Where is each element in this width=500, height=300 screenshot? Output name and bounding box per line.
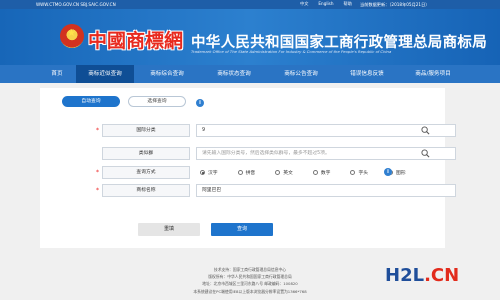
radio-label: 英文	[283, 171, 293, 176]
trademark-name-input[interactable]: 阿里巴巴	[196, 184, 456, 197]
intl-class-row: * 国际分类 9	[40, 124, 456, 137]
search-icon[interactable]	[421, 149, 430, 158]
data-update-date: 当前数据更新：（2018年05月21日）	[360, 2, 430, 7]
radio-dot[interactable]	[237, 170, 243, 175]
radio-label: 拼音	[245, 171, 256, 176]
footer-browser-note: 本系统建议在PC端使用IE8以上版本浏览器分辨率设置为1366*768	[193, 289, 307, 294]
search-button[interactable]: 查询	[211, 223, 273, 236]
group-input[interactable]: 请先输入国际分类号，然后选择类似群号，最多不超过5项。	[196, 147, 456, 160]
tab-auto-search[interactable]: 自动查询	[62, 96, 120, 107]
query-mode-label: 查询方式	[102, 166, 190, 179]
top-bar: WWW.CTMO.GOV.CN SBJ.SAIC.GOV.CN 中文 Engli…	[0, 0, 500, 9]
site-header: ★ 中國商標網 中华人民共和国国家工商行政管理总局商标局 Trademark O…	[0, 9, 500, 65]
info-icon[interactable]: i	[384, 168, 392, 176]
radio-pinyin[interactable]: 拼音	[237, 169, 256, 176]
radio-dot[interactable]	[275, 170, 281, 175]
national-emblem-icon: ★	[60, 24, 84, 48]
nav-home[interactable]: 首页	[38, 65, 76, 83]
reset-button[interactable]: 重填	[138, 223, 200, 236]
intl-class-label: 国际分类	[102, 124, 190, 137]
required-marker: *	[96, 169, 99, 176]
query-mode-row: * 查询方式 汉字 拼音 英文 数字 字头 图形 i	[40, 166, 445, 179]
radio-label: 数字	[320, 171, 331, 176]
site-logo[interactable]: 中國商標網	[88, 26, 183, 53]
radio-label: 字头	[358, 171, 369, 176]
group-row: 类似群 请先输入国际分类号，然后选择类似群号，最多不超过5项。	[40, 147, 456, 160]
info-icon[interactable]: i	[196, 99, 204, 107]
lang-chinese-link[interactable]: 中文	[300, 1, 308, 7]
radio-dot[interactable]	[350, 170, 356, 175]
help-link[interactable]: 帮助	[344, 1, 352, 7]
nav-similar-search[interactable]: 商标近似查询	[76, 65, 134, 83]
required-marker: *	[96, 127, 99, 134]
nav-announcement-search[interactable]: 商标公告查询	[268, 65, 334, 83]
main-nav: 首页 商标近似查询 商标综合查询 商标状态查询 商标公告查询 错误信息反馈 商品…	[0, 65, 500, 83]
radio-dot[interactable]	[312, 170, 318, 175]
office-title-english: Trademark Office of The State Administra…	[191, 49, 392, 54]
radio-label: 图形	[396, 171, 406, 176]
group-label: 类似群	[102, 147, 190, 160]
trademark-name-label: 商标名称	[102, 184, 190, 197]
watermark-part2: .CN	[424, 265, 460, 286]
radio-label: 汉字	[208, 171, 218, 176]
watermark-part1: H2L	[385, 265, 425, 286]
nav-status-search[interactable]: 商标状态查询	[200, 65, 268, 83]
required-marker: *	[96, 187, 99, 194]
search-icon[interactable]	[421, 126, 430, 135]
radio-dot-selected[interactable]	[200, 170, 205, 175]
search-mode-tabs: 自动查询 选择查询	[62, 96, 186, 107]
language-links: 中文 English 帮助	[300, 1, 352, 7]
lang-english-link[interactable]: English	[318, 1, 333, 7]
radio-hanzi[interactable]: 汉字	[200, 169, 218, 176]
radio-initial[interactable]: 字头	[350, 169, 368, 176]
radio-english[interactable]: 英文	[275, 169, 293, 176]
site-urls: WWW.CTMO.GOV.CN SBJ.SAIC.GOV.CN	[36, 2, 116, 7]
nav-goods-services[interactable]: 商品/服务项目	[400, 65, 466, 83]
radio-number[interactable]: 数字	[312, 169, 331, 176]
watermark-logo: H2L.CN	[385, 265, 459, 286]
nav-comprehensive-search[interactable]: 商标综合查询	[134, 65, 200, 83]
tab-manual-search[interactable]: 选择查询	[128, 96, 186, 107]
trademark-name-row: * 商标名称 阿里巴巴	[40, 184, 456, 197]
intl-class-input[interactable]: 9	[196, 124, 456, 137]
nav-error-feedback[interactable]: 错误信息反馈	[334, 65, 400, 83]
